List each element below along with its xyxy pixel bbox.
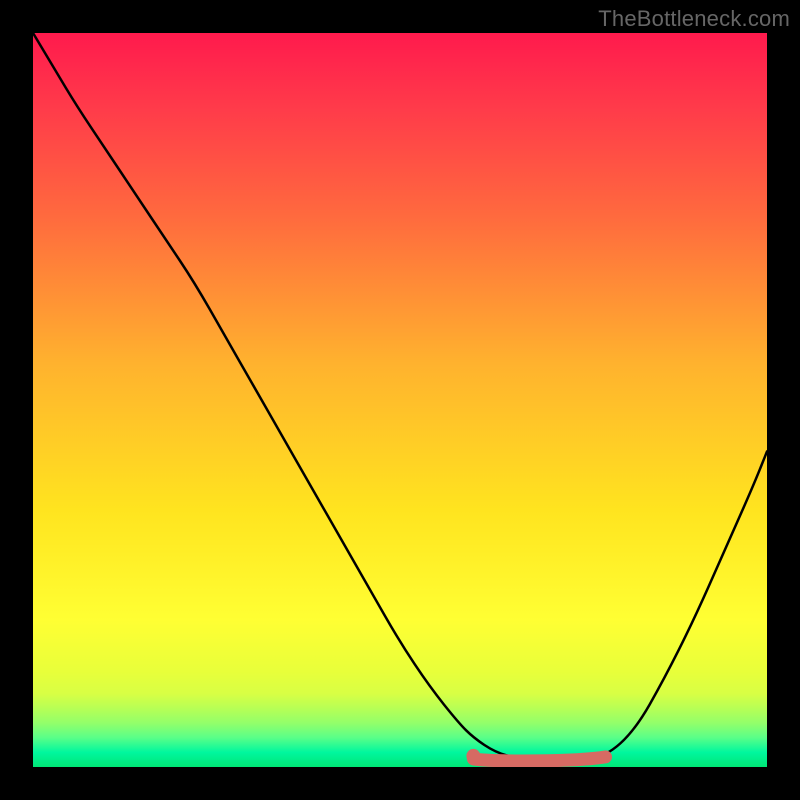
bottleneck-curve <box>33 33 767 760</box>
watermark-text: TheBottleneck.com <box>598 6 790 32</box>
curve-svg <box>33 33 767 767</box>
chart-frame: TheBottleneck.com <box>0 0 800 800</box>
plot-area <box>33 33 767 767</box>
flat-start-marker <box>466 749 480 763</box>
flat-highlight <box>473 757 605 761</box>
